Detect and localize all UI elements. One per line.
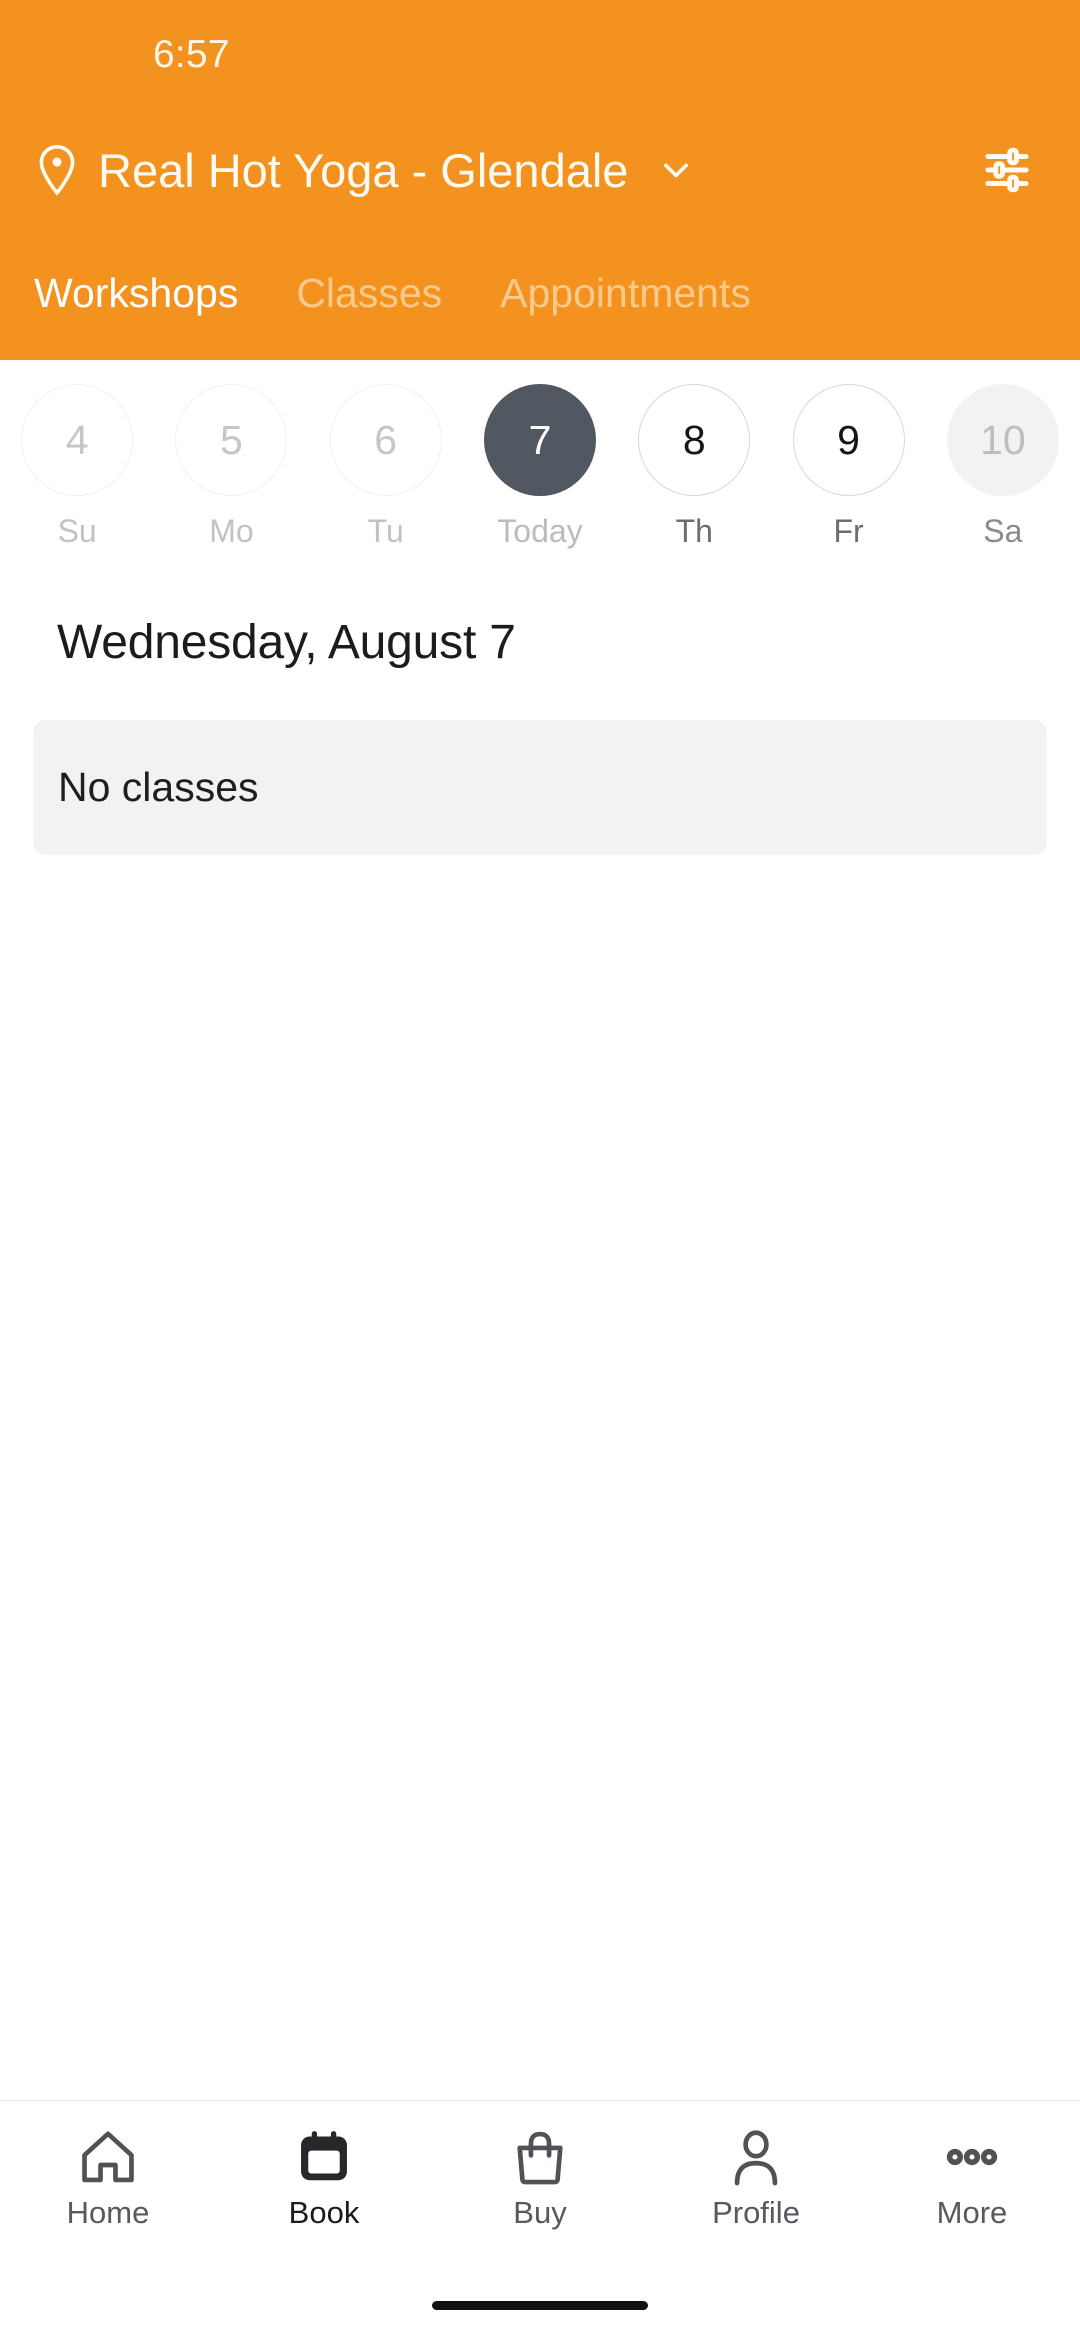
location-pin-icon xyxy=(39,144,75,196)
date-weekday: Fr xyxy=(833,513,864,549)
nav-label-profile: Profile xyxy=(712,2195,800,2230)
nav-label-book: Book xyxy=(288,2195,360,2230)
nav-item-more[interactable]: More xyxy=(864,2125,1080,2231)
date-number: 5 xyxy=(175,384,288,496)
home-indicator-area xyxy=(0,2270,1080,2340)
date-weekday: Th xyxy=(675,513,713,549)
house-icon xyxy=(82,2131,134,2183)
date-number: 4 xyxy=(21,384,134,496)
date-weekday: Su xyxy=(57,513,97,549)
nav-label-buy: Buy xyxy=(513,2195,567,2230)
tab-classes[interactable]: Classes xyxy=(296,270,476,317)
date-weekday: Tu xyxy=(367,513,404,549)
date-number: 7 xyxy=(483,384,596,496)
main-content: Wednesday, August 7 No classes xyxy=(0,560,1080,2100)
date-cell-4[interactable]: 4 Su xyxy=(0,384,154,560)
date-cell-9[interactable]: 9 Fr xyxy=(771,384,925,560)
home-indicator-bar[interactable] xyxy=(432,2300,648,2310)
nav-item-profile[interactable]: Profile xyxy=(648,2125,864,2231)
date-cell-6[interactable]: 6 Tu xyxy=(309,384,463,560)
date-cell-today[interactable]: 7 Today xyxy=(463,384,617,560)
location-name: Real Hot Yoga - Glendale xyxy=(98,143,629,197)
chevron-down-icon[interactable] xyxy=(654,148,698,192)
app-root: 6:57 Real Hot Yoga - Glendale Workshops … xyxy=(0,0,1080,2340)
nav-label-more: More xyxy=(936,2195,1008,2230)
location-selector[interactable]: Real Hot Yoga - Glendale xyxy=(0,110,1080,230)
date-number: 6 xyxy=(329,384,442,496)
date-cell-10[interactable]: 10 Sa xyxy=(926,384,1080,560)
date-number: 8 xyxy=(638,384,751,496)
tab-workshops[interactable]: Workshops xyxy=(34,270,272,317)
status-bar-clock: 6:57 xyxy=(153,33,230,76)
date-number: 10 xyxy=(946,384,1059,496)
tab-appointments[interactable]: Appointments xyxy=(500,270,785,317)
date-weekday: Sa xyxy=(983,513,1023,549)
date-number: 9 xyxy=(792,384,905,496)
nav-item-book[interactable]: Book xyxy=(216,2125,432,2231)
date-cell-8[interactable]: 8 Th xyxy=(617,384,771,560)
selected-date-heading: Wednesday, August 7 xyxy=(57,616,516,669)
nav-label-home: Home xyxy=(66,2195,150,2230)
app-header: 6:57 Real Hot Yoga - Glendale Workshops … xyxy=(0,0,1080,360)
nav-item-home[interactable]: Home xyxy=(0,2125,216,2231)
empty-state-label: No classes xyxy=(58,764,259,810)
empty-state-card: No classes xyxy=(33,720,1047,855)
date-weekday: Today xyxy=(497,513,583,549)
person-icon xyxy=(734,2130,778,2186)
shopping-bag-icon xyxy=(517,2131,563,2185)
header-tabs: Workshops Classes Appointments xyxy=(0,230,1080,360)
date-cell-5[interactable]: 5 Mo xyxy=(154,384,308,560)
date-weekday: Mo xyxy=(209,513,254,549)
calendar-icon xyxy=(301,2131,347,2181)
tune-filter-icon[interactable] xyxy=(980,143,1034,197)
bottom-navigation: Home Book Buy Profile More xyxy=(0,2100,1080,2270)
status-bar: 6:57 xyxy=(0,0,1080,110)
date-strip: 4 Su 5 Mo 6 Tu 7 Today 8 Th 9 Fr 10 Sa xyxy=(0,360,1080,560)
nav-item-buy[interactable]: Buy xyxy=(432,2125,648,2231)
three-dots-icon xyxy=(946,2148,998,2166)
